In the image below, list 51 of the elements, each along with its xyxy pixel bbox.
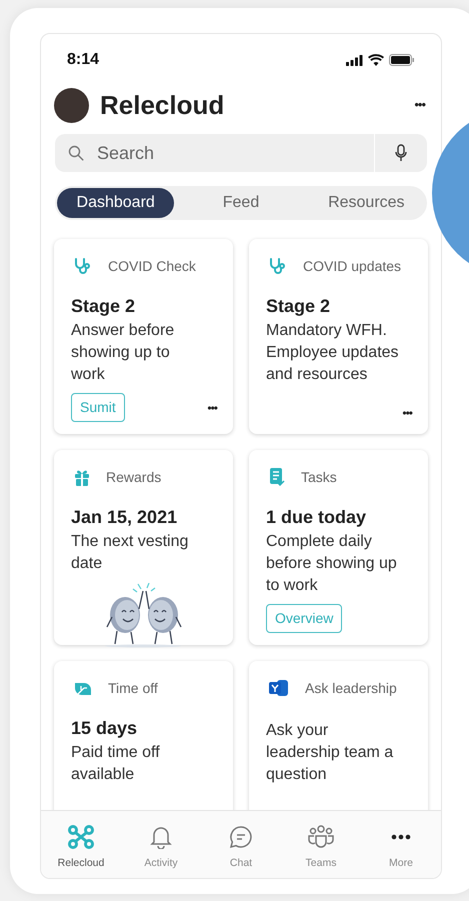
card-heading: Stage 2: [266, 295, 332, 318]
search-input[interactable]: Search: [97, 140, 374, 166]
dashboard-card[interactable]: COVID updates Stage 2 Mandatory WFH. Employee updates and resources •••: [249, 239, 428, 434]
microphone-icon[interactable]: [395, 144, 407, 162]
app-logo-icon: [68, 825, 94, 850]
card-heading: 15 days: [71, 717, 138, 740]
people-icon: [308, 825, 334, 850]
chat-bubble-icon: [229, 825, 253, 850]
dashboard-card[interactable]: Time off 15 days Paid time off available: [54, 661, 233, 810]
card-label: COVID Check: [108, 256, 196, 276]
yammer-logo-icon: [269, 679, 289, 697]
wifi-icon: [368, 54, 384, 66]
card-heading: Stage 2: [71, 295, 136, 318]
card-description: Paid time off available: [71, 743, 161, 785]
more-button[interactable]: •••: [402, 404, 412, 422]
search-field[interactable]: Search: [55, 134, 427, 172]
card-label: COVID updates: [303, 256, 402, 276]
tab[interactable]: Resources: [308, 188, 425, 218]
stethoscope-icon: [74, 257, 92, 275]
avatar[interactable]: [54, 88, 89, 122]
app-title: Relecloud: [100, 88, 224, 122]
more-button[interactable]: •••: [207, 398, 217, 416]
card-description: Mandatory WFH. Employee updates and resources: [266, 321, 400, 385]
dashboard-card[interactable]: Ask leadership Ask your leadership team a question: [249, 661, 428, 810]
card-label: Time off: [108, 678, 158, 698]
dashboard-card[interactable]: Tasks 1 due today Complete daily before showing up to work Overview: [249, 450, 428, 645]
more-button[interactable]: •••: [414, 95, 425, 115]
gift-icon: [74, 468, 90, 486]
search-icon: [68, 145, 84, 161]
card-description: Complete daily before showing up to work: [266, 532, 398, 596]
card-description: Ask your leadership team a question: [266, 721, 394, 785]
tab[interactable]: Dashboard: [57, 188, 174, 218]
dashboard-card[interactable]: Rewards Jan 15, 2021 The next vesting date: [54, 450, 233, 645]
battery-icon: [389, 54, 415, 66]
nav-item[interactable]: Relecloud: [41, 811, 121, 872]
dashboard-card[interactable]: COVID Check Stage 2 Answer before showing up to work Sumit •••: [54, 239, 233, 434]
more-icon: [391, 834, 411, 840]
card-heading: 1 due today: [266, 506, 368, 529]
card-label: Rewards: [106, 468, 162, 486]
card-description: Answer before showing up to work: [71, 321, 176, 385]
stethoscope-icon: [269, 257, 287, 275]
card-description: The next vesting date: [71, 532, 190, 574]
signal-icon: [346, 54, 363, 66]
status-time: 8:14: [67, 50, 100, 70]
card-label: Tasks: [301, 468, 337, 486]
checklist-icon: [269, 468, 285, 486]
card-heading: Jan 15, 2021: [71, 506, 178, 529]
tab[interactable]: Feed: [182, 188, 300, 218]
card-label: Ask leadership: [305, 678, 397, 698]
bell-icon: [150, 825, 172, 850]
leaf-icon: [74, 680, 92, 696]
